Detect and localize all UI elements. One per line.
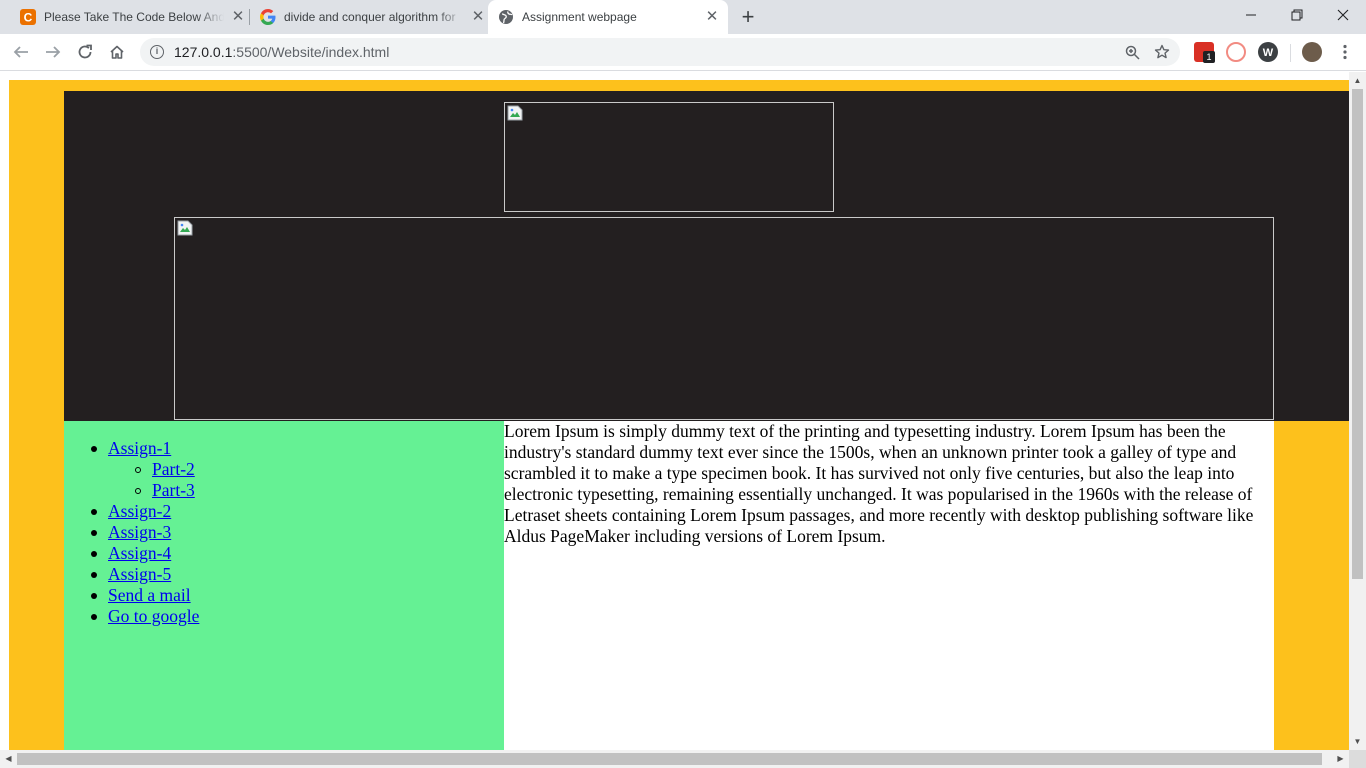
blocker-extension-icon[interactable]: [1226, 42, 1246, 62]
back-arrow-icon[interactable]: [8, 39, 34, 65]
minimize-icon[interactable]: [1228, 0, 1274, 30]
nav-sublist: Part-2 Part-3: [135, 459, 199, 501]
main-content: Lorem Ipsum is simply dummy text of the …: [504, 421, 1274, 750]
bullet: [91, 572, 97, 578]
tab-assignment-webpage[interactable]: Assignment webpage ✕: [488, 0, 728, 34]
scroll-left-icon[interactable]: ◀: [0, 750, 17, 768]
reload-icon[interactable]: [72, 39, 98, 65]
extension-icon[interactable]: 1: [1194, 42, 1215, 63]
nav-link-assign-1[interactable]: Assign-1: [108, 438, 171, 458]
vertical-scrollbar[interactable]: ▲ ▼: [1349, 72, 1366, 750]
logo-image-broken: [504, 102, 834, 212]
nav-item-send-mail: Send a mail: [91, 585, 199, 606]
scroll-right-icon[interactable]: ▶: [1332, 750, 1349, 768]
nav-item-go-to-google: Go to google: [91, 606, 199, 627]
globe-icon: [498, 9, 514, 25]
nav-link-assign-4[interactable]: Assign-4: [108, 543, 171, 563]
bullet: [91, 614, 97, 620]
svg-text:W: W: [1263, 47, 1274, 59]
restore-icon[interactable]: [1274, 0, 1320, 30]
bookmark-star-icon[interactable]: [1152, 42, 1172, 62]
bullet: [91, 446, 97, 452]
bullet: [91, 530, 97, 536]
tab-title: Assignment webpage: [522, 10, 637, 24]
nav-link-assign-5[interactable]: Assign-5: [108, 564, 171, 584]
horizontal-scrollbar[interactable]: ◀ ▶: [0, 750, 1349, 768]
url-host: 127.0.0.1: [174, 44, 233, 60]
bullet: [135, 488, 141, 494]
nav-item-assign-5: Assign-5: [91, 564, 199, 585]
page-viewport: Assign-1 Part-2 Part-3 Assign-2 Assign-3…: [0, 72, 1349, 750]
tab-chegg[interactable]: C Please Take The Code Below And ✕: [12, 0, 246, 34]
url-text: 127.0.0.1:5500/Website/index.html: [174, 44, 389, 60]
zoom-icon[interactable]: [1122, 42, 1142, 62]
chegg-icon: C: [20, 9, 36, 25]
broken-image-icon: [177, 220, 193, 236]
close-tab-icon[interactable]: ✕: [470, 9, 486, 25]
tab-google-search[interactable]: divide and conquer algorithm for ✕: [252, 0, 486, 34]
nav-link-go-to-google[interactable]: Go to google: [108, 606, 199, 626]
tab-strip: C Please Take The Code Below And ✕ divid…: [0, 0, 1366, 34]
svg-text:C: C: [24, 11, 33, 25]
nav-item-assign-4: Assign-4: [91, 543, 199, 564]
vertical-scroll-thumb[interactable]: [1352, 89, 1363, 579]
close-tab-icon[interactable]: ✕: [230, 9, 246, 25]
profile-avatar[interactable]: [1302, 42, 1322, 62]
broken-image-icon: [507, 105, 523, 121]
address-bar[interactable]: i 127.0.0.1:5500/Website/index.html: [140, 38, 1180, 66]
google-icon: [260, 9, 276, 25]
toolbar-divider: [1290, 44, 1291, 62]
close-window-icon[interactable]: [1320, 0, 1366, 30]
nav-item-assign-3: Assign-3: [91, 522, 199, 543]
browser-toolbar: i 127.0.0.1:5500/Website/index.html 1 W: [0, 34, 1366, 71]
url-path: :5500/Website/index.html: [232, 44, 390, 60]
nav-item-assign-1: Assign-1 Part-2 Part-3: [91, 438, 199, 501]
close-tab-icon[interactable]: ✕: [704, 9, 720, 25]
home-icon[interactable]: [104, 39, 130, 65]
nav-link-assign-3[interactable]: Assign-3: [108, 522, 171, 542]
bullet: [135, 467, 141, 473]
bullet: [91, 509, 97, 515]
nav-item-assign-2: Assign-2: [91, 501, 199, 522]
sidebar-nav: Assign-1 Part-2 Part-3 Assign-2 Assign-3…: [64, 421, 504, 750]
nav-link-part-3[interactable]: Part-3: [152, 480, 195, 500]
kebab-menu-icon[interactable]: [1332, 39, 1358, 65]
w-extension-icon[interactable]: W: [1258, 42, 1278, 62]
nav-list: Assign-1 Part-2 Part-3 Assign-2 Assign-3…: [91, 438, 199, 627]
nav-link-assign-2[interactable]: Assign-2: [108, 501, 171, 521]
bullet: [91, 551, 97, 557]
bullet: [91, 593, 97, 599]
site-info-icon[interactable]: i: [150, 45, 164, 59]
tab-title: Please Take The Code Below And: [44, 10, 224, 24]
scrollbar-corner: [1349, 750, 1366, 768]
banner-image-broken: [174, 217, 1274, 420]
scroll-up-icon[interactable]: ▲: [1349, 72, 1366, 89]
content-paragraph: Lorem Ipsum is simply dummy text of the …: [504, 421, 1254, 546]
nav-item-part-2: Part-2: [135, 459, 199, 480]
tab-divider: [249, 9, 250, 25]
forward-arrow-icon[interactable]: [40, 39, 66, 65]
tab-title: divide and conquer algorithm for: [284, 10, 456, 24]
nav-link-part-2[interactable]: Part-2: [152, 459, 195, 479]
horizontal-scroll-thumb[interactable]: [17, 753, 1322, 765]
nav-link-send-mail[interactable]: Send a mail: [108, 585, 191, 605]
nav-item-part-3: Part-3: [135, 480, 199, 501]
scroll-down-icon[interactable]: ▼: [1349, 733, 1366, 750]
extension-badge: 1: [1203, 51, 1215, 63]
new-tab-button[interactable]: +: [736, 6, 760, 28]
